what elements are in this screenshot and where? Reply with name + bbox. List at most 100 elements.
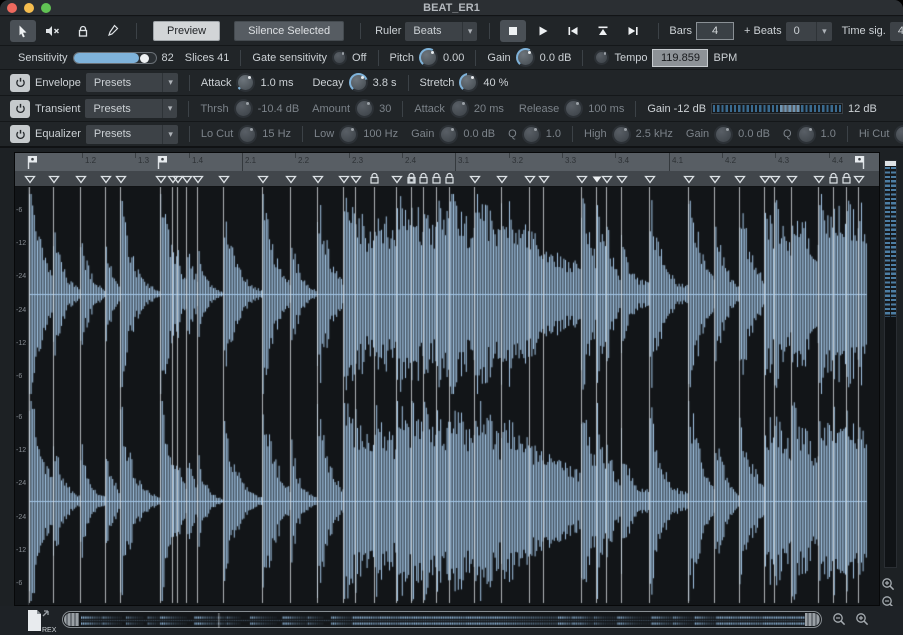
vertical-zoom-in-button[interactable] bbox=[880, 576, 897, 593]
gate-sensitivity-knob[interactable] bbox=[332, 50, 348, 65]
slice-marker[interactable] bbox=[537, 175, 550, 187]
slice-marker[interactable] bbox=[47, 175, 60, 187]
slice-marker[interactable] bbox=[523, 175, 536, 187]
tempo-knob[interactable] bbox=[594, 50, 610, 65]
overview-right-handle[interactable] bbox=[805, 613, 820, 626]
slice-marker[interactable] bbox=[575, 175, 588, 187]
silence-selected-button[interactable]: Silence Selected bbox=[234, 21, 345, 41]
slice-marker-locked[interactable] bbox=[418, 172, 429, 188]
ruler-mode-dropdown[interactable]: Beats ▾ bbox=[405, 21, 478, 41]
slice-marker[interactable] bbox=[643, 175, 656, 187]
time-sig-dropdown[interactable]: 4/4▾ bbox=[889, 21, 903, 41]
beat-ruler[interactable]: 1.2 1.3 1.4 2.1 2.2 2.3 2.4 3.1 3.2 3.3 3.4 4.1 4.2 4… bbox=[15, 153, 879, 171]
envelope-decay-knob[interactable] bbox=[348, 73, 368, 92]
slice-marker-locked[interactable] bbox=[406, 172, 417, 188]
plus-beats-dropdown[interactable]: 0 ▾ bbox=[785, 21, 832, 41]
go-to-end-button[interactable] bbox=[620, 20, 646, 42]
equalizer-presets-dropdown[interactable]: Presets ▾ bbox=[85, 124, 178, 144]
eq-high-freq-knob[interactable] bbox=[611, 124, 631, 144]
vertical-scale-thumb[interactable] bbox=[885, 167, 896, 317]
slice-marker-locked[interactable] bbox=[828, 172, 839, 188]
locator-flag[interactable] bbox=[157, 155, 169, 173]
equalizer-power-button[interactable] bbox=[10, 125, 30, 143]
slice-marker[interactable] bbox=[337, 175, 350, 187]
slice-marker-locked[interactable] bbox=[444, 172, 455, 188]
slice-marker[interactable] bbox=[114, 175, 127, 187]
slice-marker[interactable] bbox=[284, 175, 297, 187]
eq-hicut-knob[interactable] bbox=[894, 124, 903, 144]
overview-waveform[interactable] bbox=[81, 613, 805, 628]
vertical-scale-track[interactable] bbox=[884, 160, 897, 568]
slice-marker[interactable] bbox=[74, 175, 87, 187]
mute-tool-button[interactable] bbox=[40, 20, 66, 42]
waveform-canvas[interactable] bbox=[15, 153, 881, 607]
overview-navigator[interactable] bbox=[62, 611, 822, 628]
tempo-field[interactable]: 119.859 bbox=[652, 48, 709, 67]
sensitivity-slider[interactable] bbox=[72, 51, 157, 64]
eq-locut-knob[interactable] bbox=[238, 124, 258, 144]
slice-marker[interactable] bbox=[311, 175, 324, 187]
slice-marker[interactable] bbox=[785, 175, 798, 187]
sensitivity-slider-handle[interactable] bbox=[139, 53, 149, 63]
pitch-knob[interactable] bbox=[418, 48, 438, 67]
zoom-out-icon bbox=[833, 613, 846, 626]
envelope-power-button[interactable] bbox=[10, 73, 30, 92]
horizontal-zoom-out-button[interactable] bbox=[831, 611, 848, 628]
slice-marker[interactable] bbox=[468, 175, 481, 187]
gain-knob[interactable] bbox=[515, 48, 535, 67]
transient-amount-knob[interactable] bbox=[355, 99, 375, 118]
slice-marker[interactable] bbox=[600, 175, 613, 187]
slice-marker[interactable] bbox=[23, 175, 36, 187]
slice-marker-locked[interactable] bbox=[841, 172, 852, 188]
envelope-presets-dropdown[interactable]: Presets ▾ bbox=[85, 73, 178, 92]
transient-power-button[interactable] bbox=[10, 99, 30, 118]
stop-button[interactable] bbox=[500, 20, 527, 42]
slice-marker[interactable] bbox=[733, 175, 746, 187]
overview-left-handle[interactable] bbox=[64, 613, 79, 626]
vertical-scale-cap[interactable] bbox=[885, 161, 896, 166]
ruler-tick bbox=[135, 153, 136, 158]
ruler-tick-label: 2.3 bbox=[352, 156, 364, 165]
transient-presets-dropdown[interactable]: Presets ▾ bbox=[85, 99, 178, 118]
slice-marker[interactable] bbox=[708, 175, 721, 187]
slice-marker[interactable] bbox=[852, 175, 865, 187]
slice-marker[interactable] bbox=[191, 175, 204, 187]
locator-flag[interactable] bbox=[27, 155, 39, 173]
slice-marker[interactable] bbox=[390, 175, 403, 187]
slice-marker[interactable] bbox=[349, 175, 362, 187]
transient-attack-knob[interactable] bbox=[449, 99, 469, 118]
slice-marker-locked[interactable] bbox=[369, 172, 380, 188]
transient-thresh-knob[interactable] bbox=[233, 99, 253, 118]
bars-field[interactable]: 4 bbox=[696, 22, 734, 40]
slice-marker[interactable] bbox=[99, 175, 112, 187]
slice-marker[interactable] bbox=[154, 175, 167, 187]
lock-tool-button[interactable] bbox=[70, 20, 96, 42]
envelope-attack-knob[interactable] bbox=[236, 73, 256, 92]
envelope-stretch-knob[interactable] bbox=[459, 73, 479, 92]
slice-marker-locked[interactable] bbox=[431, 172, 442, 188]
transient-release-knob[interactable] bbox=[564, 99, 584, 118]
eq-low-gain-knob[interactable] bbox=[439, 124, 459, 144]
arrow-tool-button[interactable] bbox=[10, 20, 36, 42]
slice-marker[interactable] bbox=[768, 175, 781, 187]
db-scale-label: -12 bbox=[16, 340, 27, 347]
transient-gain-meter[interactable] bbox=[711, 103, 844, 114]
locator-flag[interactable] bbox=[853, 155, 865, 173]
pencil-tool-button[interactable] bbox=[100, 20, 126, 42]
export-rex-button[interactable]: REX bbox=[26, 608, 60, 635]
preview-button[interactable]: Preview bbox=[153, 21, 221, 41]
eq-high-gain-knob[interactable] bbox=[714, 124, 734, 144]
slice-marker[interactable] bbox=[256, 175, 269, 187]
horizontal-zoom-in-button[interactable] bbox=[854, 611, 871, 628]
slice-marker[interactable] bbox=[217, 175, 230, 187]
go-to-start-button[interactable] bbox=[560, 20, 586, 42]
eq-low-freq-knob[interactable] bbox=[339, 124, 359, 144]
slice-marker[interactable] bbox=[682, 175, 695, 187]
marker-up-button[interactable] bbox=[590, 20, 616, 42]
eq-high-q-knob[interactable] bbox=[796, 124, 816, 144]
slice-marker[interactable] bbox=[495, 175, 508, 187]
play-button[interactable] bbox=[530, 20, 556, 42]
slice-marker[interactable] bbox=[812, 175, 825, 187]
eq-low-q-knob[interactable] bbox=[521, 124, 541, 144]
slice-marker[interactable] bbox=[615, 175, 628, 187]
